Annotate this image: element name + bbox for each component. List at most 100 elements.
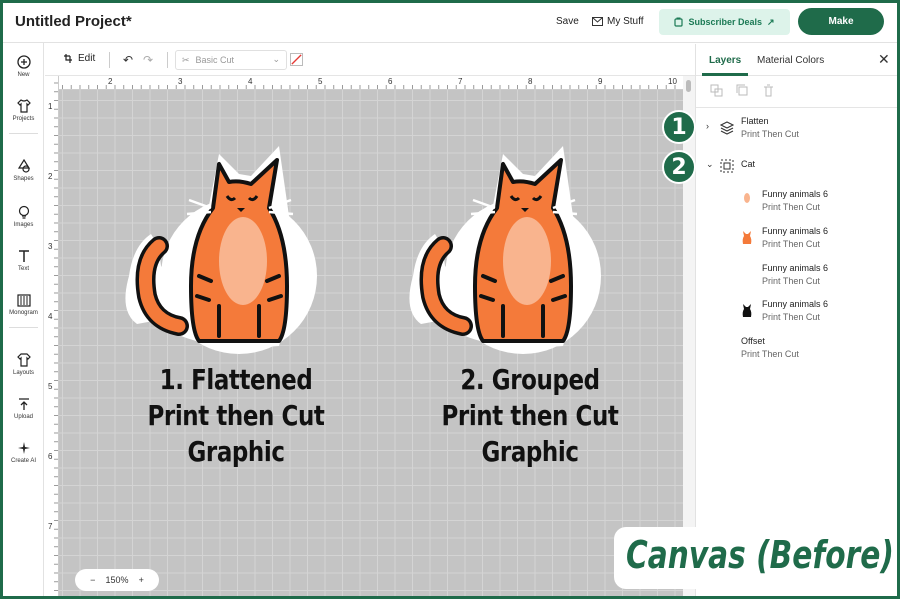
ruler-left-label: 7 — [48, 522, 53, 531]
ruler-left-label: 6 — [48, 452, 53, 461]
cat-body — [419, 158, 578, 343]
caption-line: Print then Cut — [441, 399, 619, 432]
scissors-icon: ✂ — [182, 54, 190, 65]
tool-create-ai[interactable]: Create AI — [3, 441, 44, 464]
edit-button[interactable]: Edit — [63, 53, 95, 64]
caption-line: Graphic — [187, 435, 285, 468]
layer-operation: Print Then Cut — [762, 312, 820, 322]
tool-text[interactable]: Text — [3, 249, 44, 272]
my-stuff-label: My Stuff — [607, 16, 644, 27]
panel-tabs: Layers Material Colors ✕ — [696, 44, 897, 76]
ruler-top-label: 2 — [108, 77, 113, 86]
zoom-in-button[interactable]: + — [139, 575, 144, 585]
ruler-top — [45, 76, 683, 90]
design-canvas[interactable]: 1. Flattened Print then Cut Graphic 2. G… — [45, 76, 683, 596]
layer-name: Flatten — [741, 116, 769, 126]
mail-icon — [592, 17, 603, 26]
ruler-top-label: 3 — [178, 77, 183, 86]
zoom-control: − 150% + — [75, 569, 159, 591]
tool-label: New — [17, 72, 30, 78]
layer-row-child[interactable]: Funny animals 6 Print Then Cut — [696, 189, 897, 219]
caption-line: 2. Grouped — [460, 363, 600, 396]
group-icon — [720, 159, 734, 173]
operation-value: Basic Cut — [195, 55, 235, 65]
layer-name: Offset — [741, 336, 765, 346]
layer-operation: Print Then Cut — [762, 276, 820, 286]
cat-graphic-grouped[interactable] — [403, 136, 629, 356]
subscriber-deals-button[interactable]: Subscriber Deals ↗ — [659, 9, 790, 35]
ruler-left-label: 4 — [48, 312, 53, 321]
no-color-swatch-icon[interactable] — [290, 53, 303, 66]
trash-icon[interactable] — [762, 84, 775, 97]
tab-material-colors[interactable]: Material Colors — [757, 55, 824, 66]
save-button[interactable]: Save — [556, 16, 579, 27]
tag-icon — [674, 17, 684, 27]
edit-toolbar: Edit ↶ ↷ ✂ Basic Cut ⌄ — [45, 44, 695, 76]
make-button[interactable]: Make — [798, 8, 884, 35]
edit-icon — [64, 54, 72, 63]
tool-label: Projects — [12, 116, 35, 122]
layer-row-child[interactable]: Funny animals 6 Print Then Cut — [696, 226, 897, 256]
ruler-top-label: 7 — [458, 77, 463, 86]
upload-icon — [18, 398, 29, 410]
scroll-thumb[interactable] — [686, 80, 691, 92]
tool-monogram[interactable]: Monogram — [3, 293, 44, 316]
zoom-out-button[interactable]: − — [90, 575, 95, 585]
duplicate-icon[interactable] — [736, 84, 749, 97]
tool-label: Images — [13, 222, 34, 228]
layer-name: Cat — [741, 159, 756, 169]
layer-row-offset[interactable]: Offset Print Then Cut — [696, 336, 897, 366]
caption-grouped: 2. Grouped Print then Cut Graphic — [436, 362, 625, 470]
layer-row-child[interactable]: Funny animals 6 Print Then Cut — [696, 299, 897, 329]
tab-layers[interactable]: Layers — [709, 55, 741, 66]
my-stuff-button[interactable]: My Stuff — [592, 16, 644, 27]
sparkle-icon — [17, 442, 30, 454]
tool-images[interactable]: Images — [3, 205, 44, 228]
divider — [9, 327, 38, 328]
layer-row-cat-group[interactable]: ⌄ Cat — [696, 158, 897, 178]
tool-new[interactable]: New — [3, 55, 44, 78]
overlay-banner: Canvas (Before) — [614, 527, 897, 589]
ruler-top-label: 8 — [528, 77, 533, 86]
layers-stack-icon — [720, 121, 734, 135]
layer-row-child[interactable]: Funny animals 6 Print Then Cut — [696, 263, 897, 293]
ruler-top-label: 6 — [388, 77, 393, 86]
ruler-top-label: 9 — [598, 77, 603, 86]
monogram-icon — [16, 294, 31, 307]
chevron-down-icon[interactable]: ⌄ — [706, 159, 714, 170]
tool-label: Monogram — [9, 310, 38, 316]
step-badge-1: 1 — [662, 110, 696, 144]
lightbulb-icon — [18, 205, 29, 219]
close-icon[interactable]: ✕ — [878, 51, 890, 68]
divider — [167, 52, 168, 68]
tool-upload[interactable]: Upload — [3, 397, 44, 420]
subscriber-deals-label: Subscriber Deals — [688, 17, 762, 27]
layer-operation: Print Then Cut — [762, 202, 820, 212]
undo-icon[interactable]: ↶ — [123, 53, 133, 67]
app-window: Untitled Project* Save My Stuff Subscrib… — [3, 3, 897, 596]
redo-icon[interactable]: ↷ — [143, 53, 153, 67]
layer-operation: Print Then Cut — [762, 239, 820, 249]
operation-select[interactable]: ✂ Basic Cut ⌄ — [175, 50, 287, 70]
shapes-icon — [17, 159, 30, 173]
ruler-top-label: 4 — [248, 77, 253, 86]
chevron-right-icon[interactable]: › — [706, 121, 709, 131]
layer-operation: Print Then Cut — [741, 129, 799, 139]
project-title[interactable]: Untitled Project* — [15, 13, 132, 30]
chevron-down-icon: ⌄ — [272, 54, 280, 64]
ruler-left — [45, 76, 59, 596]
tool-shapes[interactable]: Shapes — [3, 159, 44, 182]
tool-projects[interactable]: Projects — [3, 99, 44, 122]
ungroup-icon[interactable] — [710, 84, 723, 97]
layer-row-flatten[interactable]: › Flatten Print Then Cut — [696, 116, 897, 146]
tool-label: Layouts — [12, 370, 34, 376]
cat-graphic-flattened[interactable] — [119, 136, 345, 356]
tool-layouts[interactable]: Layouts — [3, 353, 44, 376]
layouts-icon — [16, 353, 31, 367]
layer-thumbnail — [744, 193, 750, 203]
tool-label: Upload — [13, 414, 33, 420]
caption-line: Print then Cut — [147, 399, 325, 432]
text-icon — [18, 250, 29, 262]
ruler-left-label: 5 — [48, 382, 53, 391]
shirt-icon — [16, 99, 31, 113]
